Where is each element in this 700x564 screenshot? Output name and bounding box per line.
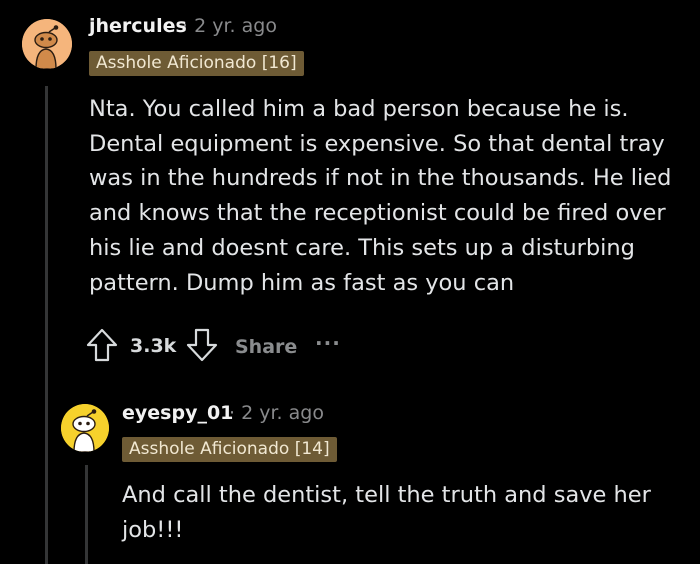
user-flair: Asshole Aficionado [14] [122,437,337,462]
meta-separator: · [182,15,189,37]
vote-count: 3.3k [130,335,177,357]
comment-body: Nta. You called him a bad person because… [89,96,672,296]
snoo-avatar-icon [22,19,72,69]
username[interactable]: eyespy_01 [122,402,233,424]
more-options-icon[interactable]: ··· [315,331,341,355]
comment-meta: · 2 yr. ago [229,402,324,424]
comment-meta: · 2 yr. ago [182,15,277,37]
downvote-button[interactable] [186,328,218,362]
username[interactable]: jhercules [89,15,187,37]
share-button[interactable]: Share [235,336,297,358]
avatar[interactable] [61,404,109,452]
upvote-button[interactable] [86,328,118,362]
thread-line-2 [85,465,88,564]
avatar[interactable] [22,19,72,69]
thread-line-1 [45,86,48,564]
snoo-avatar-icon [61,404,109,452]
downvote-arrow-icon [186,328,218,362]
upvote-arrow-icon [86,328,118,362]
comment-body: And call the dentist, tell the truth and… [122,482,651,543]
comment-age[interactable]: 2 yr. ago [194,15,277,37]
meta-separator: · [229,402,236,424]
comment-age[interactable]: 2 yr. ago [241,402,324,424]
user-flair: Asshole Aficionado [16] [89,51,304,76]
